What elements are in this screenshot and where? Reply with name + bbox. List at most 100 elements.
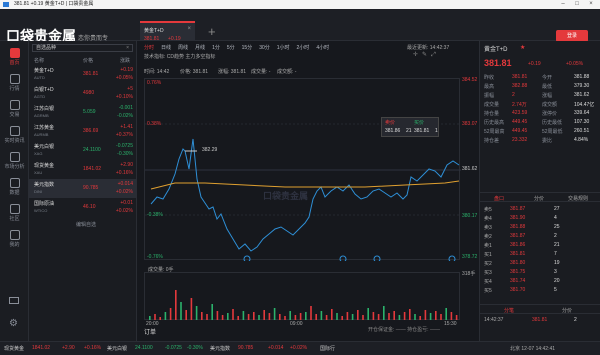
status-name[interactable]: 美元白银 xyxy=(107,345,127,352)
xtick: 15:30 xyxy=(444,321,457,327)
volume-bar xyxy=(351,314,354,320)
watchlist-row[interactable]: 白银T+D AGTD 4980 +5 +0.10% xyxy=(29,84,137,103)
watchlist-row[interactable]: 美元指数 DINI 90.785 +0.014 +0.02% xyxy=(29,179,137,198)
crosshair-icon[interactable]: ✛ xyxy=(413,52,418,58)
period-tab[interactable]: 15分 xyxy=(242,44,253,51)
nav-data[interactable]: 数据 xyxy=(0,177,29,199)
edit-watchlist-link[interactable]: 编辑自选 xyxy=(76,221,96,228)
quick-trade-box[interactable]: 卖价 381.86 21 买价 381.81 1 xyxy=(381,117,439,137)
period-tab[interactable]: 5分 xyxy=(227,44,235,51)
period-tab[interactable]: 周线 xyxy=(178,44,188,51)
col-change: 涨跌 xyxy=(120,58,131,64)
tab-name: 黄金T+D xyxy=(144,28,164,34)
level-price: 381.87 xyxy=(510,206,526,212)
ytick-right: 381.62 xyxy=(462,166,478,172)
nav-mine[interactable]: 我的 xyxy=(0,229,29,251)
volume-max-label: 318手 xyxy=(462,271,476,277)
row-pct: +0.02% xyxy=(115,189,133,195)
watchlist-row[interactable]: 江苏黄金 AURMB 386.69 +1.41 +0.37% xyxy=(29,122,137,141)
watchlist-row[interactable]: 国际原油 WTICO 46.10 +0.01 +0.02% xyxy=(29,198,137,217)
period-tab[interactable]: 1分 xyxy=(212,44,220,51)
close-icon[interactable]: × xyxy=(584,0,598,9)
home-icon xyxy=(9,48,20,58)
level-label: 卖3 xyxy=(484,225,492,231)
event-marker[interactable] xyxy=(373,255,381,261)
volume-bar xyxy=(190,298,193,320)
nav-analysis[interactable]: 市场分析 xyxy=(0,151,29,173)
maximize-icon[interactable]: □ xyxy=(570,0,584,9)
status-name[interactable]: 现货黄金 xyxy=(4,345,24,352)
level-label: 买5 xyxy=(484,288,492,294)
volume-bar xyxy=(232,309,234,320)
volume-bar xyxy=(320,311,323,320)
volume-bar xyxy=(164,312,167,320)
level-price: 381.81 xyxy=(510,251,526,257)
period-tab[interactable]: 分时 xyxy=(144,44,154,51)
high-marker-label: 382.29 xyxy=(202,147,218,153)
status-name[interactable]: 美元指数 xyxy=(210,345,230,352)
volume-bar xyxy=(185,310,187,320)
row-code: WTICO xyxy=(34,208,48,213)
analysis-icon xyxy=(9,152,20,162)
stat-value: 260.51 xyxy=(574,128,590,134)
favorite-star-icon[interactable]: ★ xyxy=(520,44,525,51)
level-label: 买1 xyxy=(484,252,492,258)
stat-label: 成交量 xyxy=(484,102,500,108)
fullscreen-icon[interactable]: ⤢ xyxy=(431,52,436,58)
event-marker[interactable] xyxy=(339,255,347,261)
tab-rules[interactable]: 交易规则 xyxy=(568,195,588,202)
nav-news[interactable]: 实时资讯 xyxy=(0,125,29,147)
mail-icon[interactable] xyxy=(9,297,19,304)
volume-bar xyxy=(403,312,406,320)
watchlist-row[interactable]: 黄金T+D AUTD 381.81 +0.19 +0.05% xyxy=(29,65,137,84)
nav-home[interactable]: 首页 xyxy=(0,47,29,69)
volume-bar xyxy=(216,311,219,320)
volume-bar xyxy=(227,313,229,320)
ytick-right: 380.17 xyxy=(462,213,478,219)
period-tab[interactable]: 1小时 xyxy=(277,44,290,51)
nav-quotes[interactable]: 行情 xyxy=(0,73,29,95)
draw-icon[interactable]: ✎ xyxy=(422,52,427,58)
minimize-icon[interactable]: – xyxy=(556,0,570,9)
nav-community[interactable]: 社区 xyxy=(0,203,29,225)
quote-name: 黄金T+D xyxy=(484,47,508,53)
add-tab-icon[interactable]: + xyxy=(208,24,216,39)
level-label: 买4 xyxy=(484,279,492,285)
buy-label: 买价 xyxy=(414,120,425,126)
watchlist-row[interactable]: 现货黄金 XAU 1841.02 +2.90 +0.16% xyxy=(29,160,137,179)
row-code: DINI xyxy=(34,189,42,194)
stat-value: 339.64 xyxy=(574,110,590,116)
quote-icon xyxy=(9,74,20,84)
event-marker[interactable] xyxy=(448,255,456,261)
stat-value: 2 xyxy=(512,92,515,98)
level-volume: 20 xyxy=(554,278,560,284)
stat-label: 涨停价 xyxy=(542,111,558,117)
trade-tabs: 分笔 分价 xyxy=(480,304,600,314)
period-tab[interactable]: 日线 xyxy=(161,44,171,51)
watchlist-close-icon[interactable]: × xyxy=(126,45,129,51)
orders-tab[interactable]: 订单 xyxy=(144,327,156,336)
period-tab[interactable]: 2小时 xyxy=(297,44,310,51)
level-price: 381.80 xyxy=(510,260,526,266)
watchlist-row[interactable]: 江苏白银 AGRMB 5.059 -0.001 -0.02% xyxy=(29,103,137,122)
row-price: 386.69 xyxy=(83,128,99,134)
status-more[interactable]: 国际行 xyxy=(320,345,335,352)
tab-orderbook[interactable]: 盘口 xyxy=(494,195,504,202)
sell-vol: 21 xyxy=(406,128,412,134)
volume-bar xyxy=(346,312,349,320)
level-price: 381.70 xyxy=(510,287,526,293)
event-marker[interactable] xyxy=(243,255,251,261)
period-tab[interactable]: 4小时 xyxy=(316,44,329,51)
tab-ticks[interactable]: 分笔 xyxy=(504,307,514,314)
watchlist-row[interactable]: 美元白银 XAG 24.1100 -0.0725 -0.30% xyxy=(29,141,137,160)
quote-panel: 黄金T+D ★ 381.81 +0.19 +0.05% 昨收 381.81 今开 38… xyxy=(479,41,600,341)
period-tab[interactable]: 月线 xyxy=(195,44,205,51)
period-tab[interactable]: 30分 xyxy=(259,44,270,51)
tab-close-icon[interactable]: × xyxy=(187,26,191,32)
nav-trade[interactable]: 交易 xyxy=(0,99,29,121)
tab-price-dist[interactable]: 分价 xyxy=(534,195,544,202)
tab-price-level[interactable]: 分价 xyxy=(562,307,572,314)
row-price: 381.81 xyxy=(83,71,99,77)
settings-icon[interactable]: ⚙ xyxy=(9,318,18,329)
stat-value: 4.84% xyxy=(574,137,589,143)
